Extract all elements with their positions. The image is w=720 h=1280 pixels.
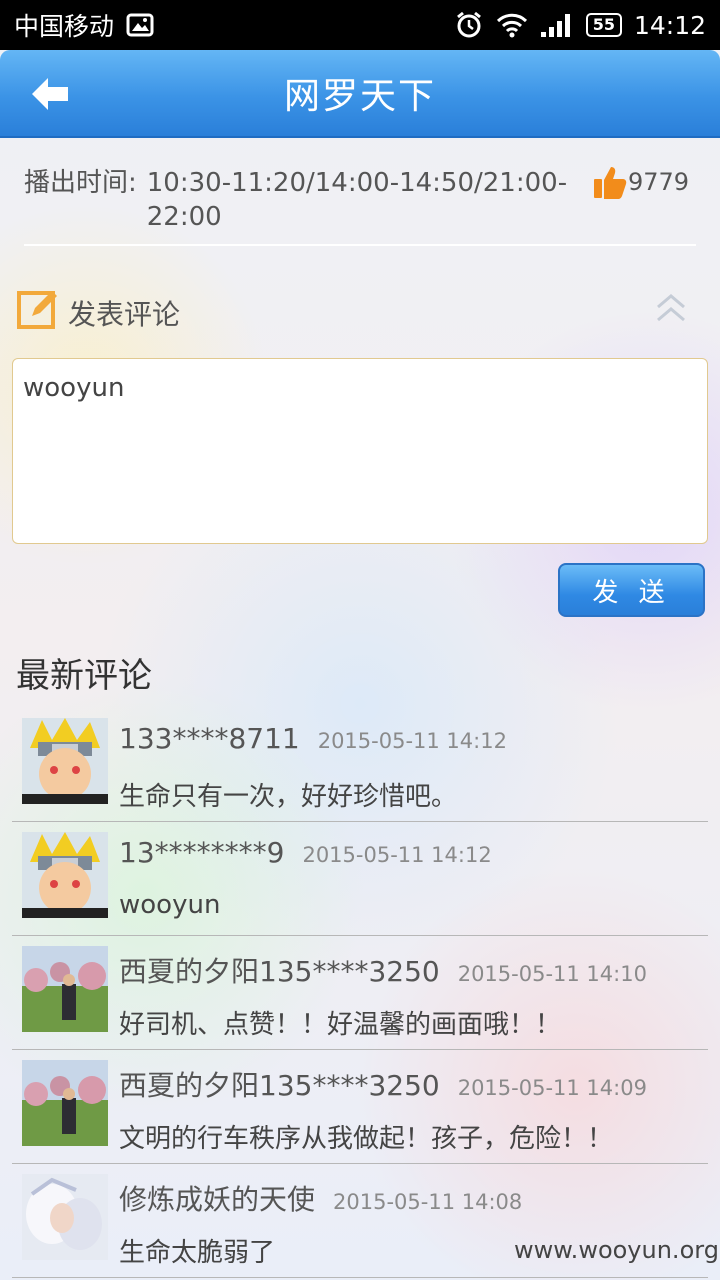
comment-user: 133****8711 <box>119 722 300 755</box>
comment-text: wooyun <box>119 890 221 920</box>
comment-time: 2015-05-11 14:09 <box>457 1076 647 1100</box>
avatar <box>22 718 108 804</box>
avatar <box>22 1060 108 1146</box>
like-button[interactable]: 9779 <box>592 164 689 200</box>
title-bar: 网罗天下 <box>0 50 720 138</box>
comment-text: 生命太脆弱了 <box>119 1238 276 1268</box>
back-arrow-icon <box>32 78 68 110</box>
carrier-label: 中国移动 <box>14 12 115 41</box>
alarm-icon <box>454 10 484 40</box>
comment-time: 2015-05-11 14:12 <box>302 843 492 867</box>
list-item[interactable]: 13********9 2015-05-11 14:12 wooyun <box>12 822 708 936</box>
comment-user: 西夏的夕阳135****3250 <box>119 1069 440 1102</box>
comment-user: 修炼成妖的天使 <box>119 1183 316 1216</box>
image-notification-icon <box>126 13 154 37</box>
avatar <box>22 946 108 1032</box>
list-item[interactable]: 西夏的夕阳135****3250 2015-05-11 14:09 文明的行车秩序… <box>12 1050 708 1164</box>
list-item[interactable]: 西夏的夕阳135****3250 2015-05-11 14:10 好司机、点赞！… <box>12 936 708 1050</box>
comment-user: 13********9 <box>119 836 285 869</box>
comment-time: 2015-05-11 14:08 <box>333 1190 523 1214</box>
airtime-value: 10:30-11:20/14:00-14:50/21:00-22:00 <box>146 168 568 232</box>
battery-indicator: 55 <box>585 13 622 37</box>
wifi-icon <box>496 12 528 38</box>
comment-list: 133****8711 2015-05-11 14:12 生命只有一次，好好珍惜吧… <box>12 708 708 1278</box>
comment-time: 2015-05-11 14:10 <box>457 962 647 986</box>
status-bar: 中国移动 55 14:12 <box>0 0 720 50</box>
back-button[interactable] <box>28 72 72 116</box>
watermark: www.wooyun.org <box>514 1236 719 1264</box>
edit-icon <box>16 286 62 339</box>
collapse-button[interactable] <box>652 290 690 326</box>
avatar <box>22 832 108 918</box>
comment-text: 文明的行车秩序从我做起！孩子，危险！！ <box>119 1124 614 1154</box>
comment-text: 生命只有一次，好好珍惜吧。 <box>119 782 458 812</box>
double-chevron-up-icon <box>657 294 685 322</box>
divider <box>24 244 696 246</box>
compose-header: 发表评论 <box>16 286 180 339</box>
send-button[interactable]: 发 送 <box>558 563 705 617</box>
comment-input[interactable]: wooyun <box>12 358 708 544</box>
airtime-label: 播出时间: <box>24 168 137 198</box>
like-count: 9779 <box>628 168 690 196</box>
clock-label: 14:12 <box>633 10 706 40</box>
avatar <box>22 1174 108 1260</box>
latest-comments-heading: 最新评论 <box>16 656 152 696</box>
comment-user: 西夏的夕阳135****3250 <box>119 955 440 988</box>
airtime-row: 播出时间: 10:30-11:20/14:00-14:50/21:00-22:0… <box>24 166 584 234</box>
thumbs-up-icon <box>594 167 627 199</box>
compose-heading: 发表评论 <box>68 297 181 331</box>
page-title: 网罗天下 <box>283 76 436 117</box>
comment-time: 2015-05-11 14:12 <box>317 729 507 753</box>
comment-text: 好司机、点赞！！好温馨的画面哦！！ <box>119 1010 562 1040</box>
signal-icon <box>540 12 574 38</box>
list-item[interactable]: 133****8711 2015-05-11 14:12 生命只有一次，好好珍惜吧… <box>12 708 708 822</box>
